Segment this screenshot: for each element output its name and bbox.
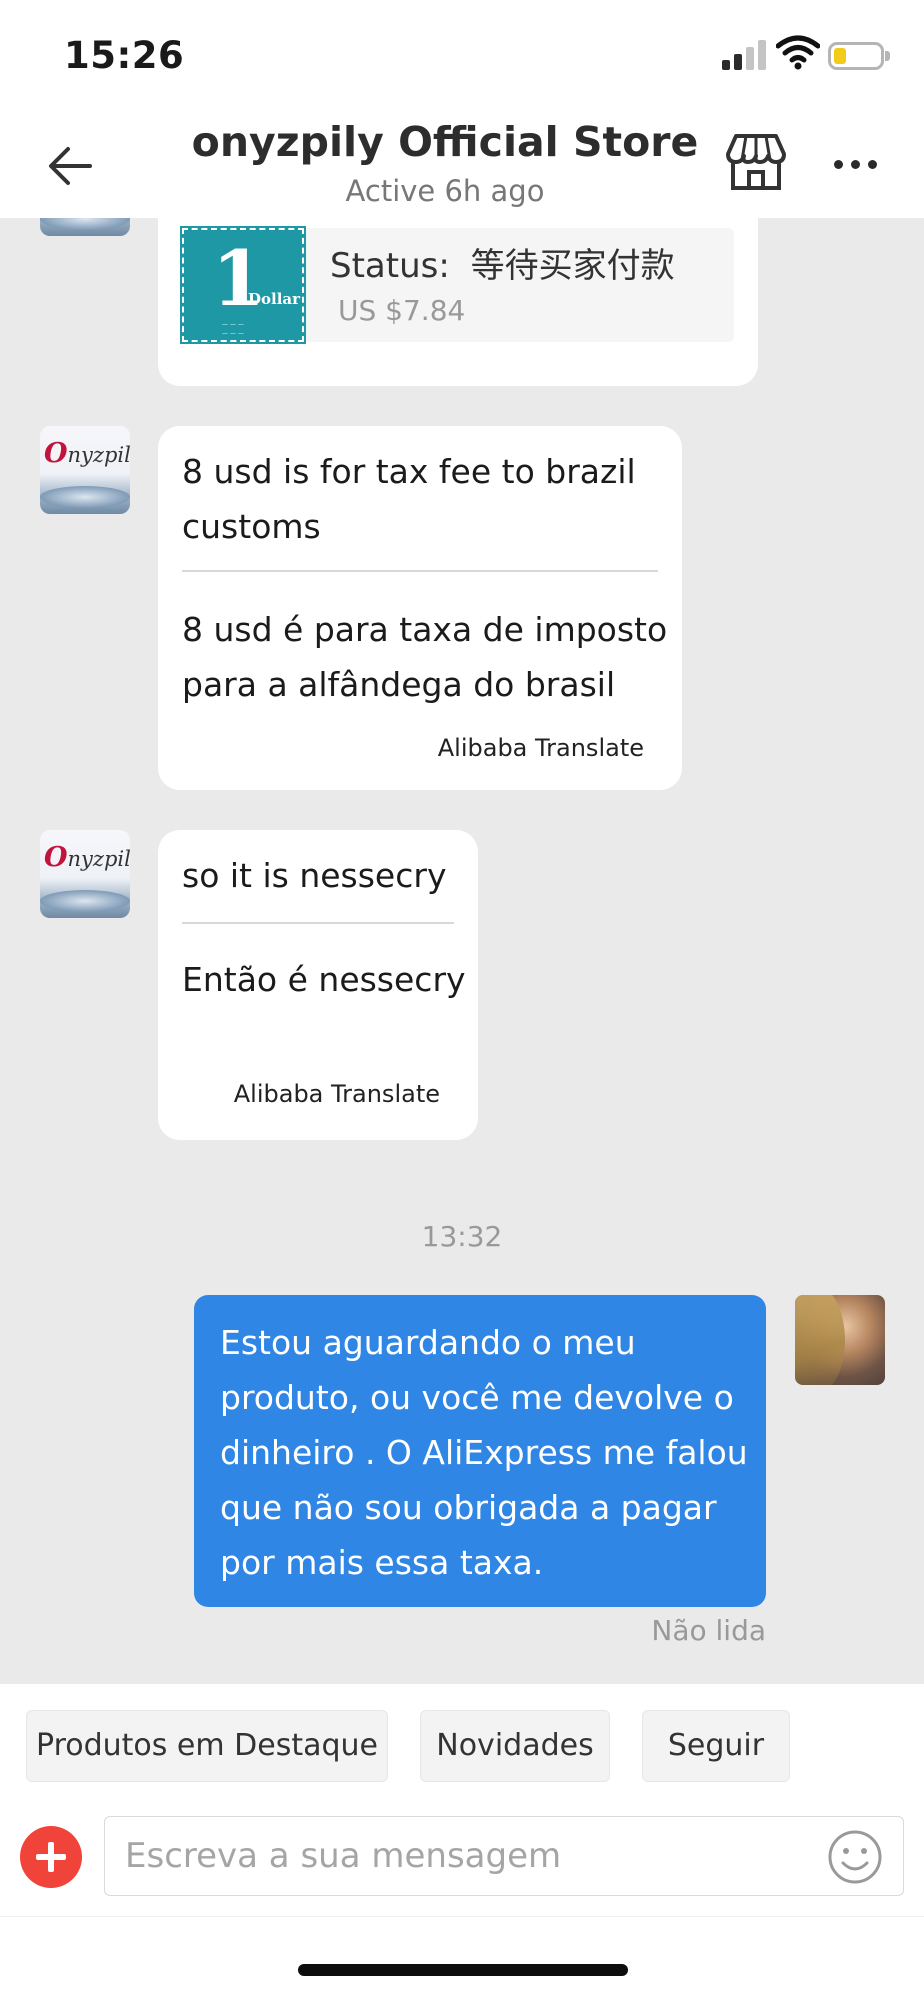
translator-label: Alibaba Translate (437, 734, 644, 762)
translator-label: Alibaba Translate (233, 1080, 440, 1108)
chat-header: onyzpily Official Store Active 6h ago (0, 110, 924, 218)
product-image-fineprint: — — — — — — (222, 321, 244, 337)
battery-icon (828, 42, 890, 70)
more-icon[interactable] (830, 150, 880, 180)
store-avatar[interactable]: Onyzpily (40, 426, 130, 514)
store-title[interactable]: onyzpily Official Store (150, 118, 740, 166)
translation-divider (182, 922, 454, 924)
order-status-value: 等待买家付款 (470, 246, 675, 286)
user-avatar[interactable] (795, 1295, 885, 1385)
quick-replies: Produtos em Destaque Novidades Seguir (0, 1684, 924, 1802)
product-image[interactable]: 1 Dollar — — — — — — (180, 226, 306, 344)
message-input-field[interactable] (104, 1816, 904, 1896)
quick-reply-follow[interactable]: Seguir (642, 1710, 790, 1782)
product-card[interactable]: 1 Dollar — — — — — — Status: 等待买家付款 US $7… (158, 218, 758, 386)
emoji-icon[interactable] (827, 1829, 883, 1885)
wifi-icon (776, 35, 820, 70)
message-original-text: 8 usd is for tax fee to brazil customs (182, 452, 636, 546)
message-input[interactable] (125, 1825, 805, 1887)
composer-bar (0, 1802, 924, 1922)
quick-reply-featured-products[interactable]: Produtos em Destaque (26, 1710, 388, 1782)
product-image-caption: Dollar (248, 290, 301, 308)
message-translated-text: Então é nessecry (182, 960, 466, 999)
outgoing-message[interactable]: Estou aguardando o meu produto, ou você … (194, 1295, 766, 1607)
outgoing-message-text: Estou aguardando o meu produto, ou você … (220, 1323, 748, 1582)
quick-reply-news[interactable]: Novidades (420, 1710, 610, 1782)
product-image-number: 1 (212, 234, 265, 323)
incoming-message[interactable]: 8 usd is for tax fee to brazil customs 8… (158, 426, 682, 790)
incoming-message[interactable]: so it is nessecry Então é nessecry Aliba… (158, 830, 478, 1140)
message-translated-text: 8 usd é para taxa de imposto para a alfâ… (182, 610, 668, 704)
read-status: Não lida (651, 1614, 766, 1647)
time-separator: 13:32 (421, 1220, 503, 1253)
status-time: 15:26 (64, 34, 185, 77)
translation-divider (182, 570, 658, 572)
divider (0, 1916, 924, 1917)
chat-area[interactable]: 1 Dollar — — — — — — Status: 等待买家付款 US $7… (0, 218, 924, 1684)
order-status-label: Status: (330, 246, 450, 286)
order-price: US $7.84 (338, 294, 466, 327)
home-indicator[interactable] (298, 1964, 628, 1976)
signal-icon (722, 38, 768, 70)
message-original-text: so it is nessecry (182, 856, 447, 895)
active-status: Active 6h ago (345, 174, 545, 208)
store-avatar[interactable]: Onyzpily (40, 830, 130, 918)
order-status: Status: 等待买家付款 (330, 238, 675, 287)
status-bar: 15:26 (0, 0, 924, 110)
back-arrow-icon[interactable] (44, 140, 96, 192)
plus-icon[interactable] (20, 1826, 82, 1888)
store-avatar[interactable] (40, 218, 130, 236)
store-icon[interactable] (724, 130, 788, 194)
